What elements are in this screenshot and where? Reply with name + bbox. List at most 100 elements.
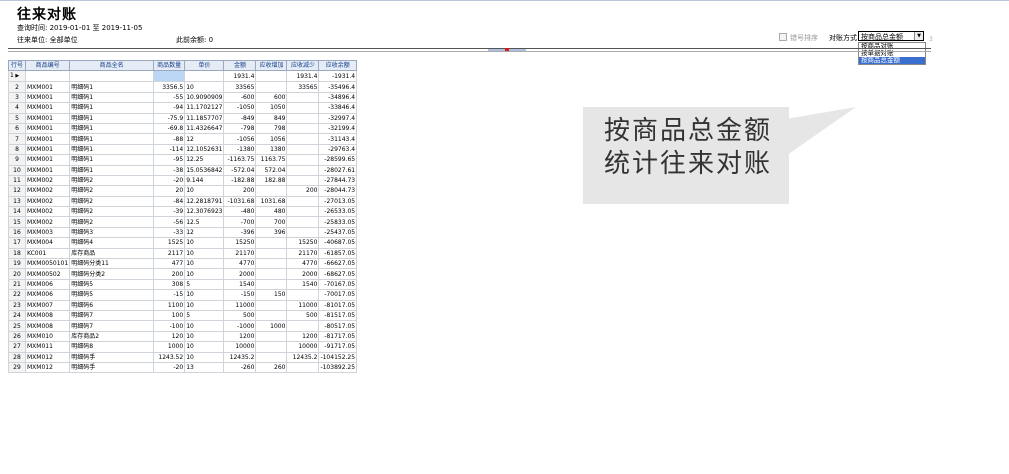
cell-product-name[interactable]: 明细码5 [69,289,155,301]
cell-product-code[interactable]: MXM012 [24,351,71,363]
cell-receivable-increase[interactable] [255,268,288,280]
cell-receivable-balance[interactable]: -40687.05 [318,237,358,249]
cell-product-name[interactable]: 明细码3 [69,226,155,239]
cell-receivable-increase[interactable] [255,278,288,291]
cell-unit-price[interactable]: 12.5 [184,216,225,228]
cell-amount[interactable]: -260 [223,361,257,374]
cell-receivable-balance[interactable]: -27844.73 [318,174,358,187]
cell-row-no[interactable]: 5 [8,112,26,124]
cell-receivable-balance[interactable]: -31143.4 [318,133,358,145]
table-row[interactable]: 18 KC001 库存商品 2117 10 21170 21170 -61857.05 [8,247,358,260]
cell-receivable-decrease[interactable] [286,289,320,301]
table-row[interactable]: 12 MXM002 明细码2 20 10 200 200 -28044.73 [8,185,358,197]
cell-receivable-balance[interactable]: -103892.25 [318,361,358,374]
cell-unit-price[interactable]: 12.25 [184,154,225,166]
cell-quantity[interactable]: -39 [153,206,186,218]
table-row[interactable]: 23 MXM007 明细码6 1100 10 11000 11000 -81017.05 [8,299,358,312]
cell-product-name[interactable]: 明细码2 [69,206,155,218]
cell-product-name[interactable]: 明细码2 [69,174,155,187]
splitter-grip[interactable] [488,48,526,51]
cell-product-name[interactable] [69,70,155,83]
cell-quantity[interactable]: -38 [153,164,186,176]
cell-receivable-decrease[interactable] [286,112,320,124]
cell-unit-price[interactable]: 10 [184,268,225,280]
cell-quantity[interactable]: -88 [153,133,186,145]
cell-product-code[interactable]: MXM001 [24,133,71,145]
table-row[interactable]: 17 MXM004 明细码4 1525 10 15250 15250 -40687.05 [8,237,358,249]
cell-receivable-decrease[interactable]: 1540 [286,278,320,291]
cell-amount[interactable]: -1163.75 [223,154,257,166]
table-row[interactable]: 21 MXM006 明细码5 308 5 1540 1540 -70167.05 [8,278,358,291]
cell-unit-price[interactable]: 11.1857707 [184,112,225,124]
cell-unit-price[interactable]: 10 [184,341,225,353]
cell-receivable-balance[interactable]: -29763.4 [318,143,358,156]
cell-unit-price[interactable]: 15.0536842 [184,164,225,176]
cell-row-no[interactable]: 6 [8,122,26,135]
cell-product-name[interactable]: 明细码1 [69,143,155,156]
cell-row-no[interactable]: 17 [8,237,26,249]
cell-unit-price[interactable]: 5 [184,278,225,291]
cell-receivable-increase[interactable] [255,258,288,270]
cell-quantity[interactable]: -20 [153,361,186,374]
cell-quantity[interactable]: 100 [153,309,186,322]
cell-unit-price[interactable]: 10 [184,330,225,343]
cell-amount[interactable]: 1540 [223,278,257,291]
cell-unit-price[interactable]: 10 [184,299,225,312]
cell-product-name[interactable]: 明细码2 [69,216,155,228]
cell-unit-price[interactable] [184,70,225,83]
cell-product-code[interactable]: MXM002 [24,174,71,187]
cell-receivable-increase[interactable]: 1056 [255,133,288,145]
table-row[interactable]: 6 MXM001 明细码1 -69.8 11.4326647 -798 798 -32199.… [8,122,358,135]
cell-receivable-increase[interactable]: 150 [255,289,288,301]
cell-row-no[interactable]: 9 [8,154,26,166]
cell-receivable-increase[interactable] [255,341,288,353]
cell-receivable-balance[interactable]: -28027.61 [318,164,358,176]
cell-product-name[interactable]: 明细码分类2 [69,268,155,280]
cell-receivable-increase[interactable]: 1000 [255,320,288,332]
cell-product-code[interactable]: MXM001 [24,81,71,93]
cell-product-code[interactable]: KC001 [24,247,71,260]
cell-product-name[interactable]: 明细码分类11 [69,258,155,270]
cell-receivable-increase[interactable]: 1050 [255,102,288,114]
cell-receivable-balance[interactable]: -28599.65 [318,154,358,166]
cell-amount[interactable]: -600 [223,91,257,104]
cell-product-code[interactable]: MXM002 [24,216,71,228]
cell-unit-price[interactable]: 11.4326647 [184,122,225,135]
cell-product-name[interactable]: 明细码1 [69,154,155,166]
error-sort-checkbox[interactable]: 错号排序 [779,33,818,43]
column-header-receivable-decrease[interactable]: 应收减少 [286,59,320,72]
cell-row-no[interactable]: 13 [8,195,26,208]
cell-receivable-balance[interactable]: -26533.05 [318,206,358,218]
cell-quantity[interactable]: -55 [153,91,186,104]
cell-receivable-decrease[interactable] [286,361,320,374]
cell-product-name[interactable]: 明细码4 [69,237,155,249]
cell-row-no[interactable]: 8 [8,143,26,156]
cell-row-no[interactable]: 21 [8,278,26,291]
cell-product-name[interactable]: 库存商品 [69,247,155,260]
cell-receivable-decrease[interactable] [286,195,320,208]
cell-receivable-decrease[interactable]: 4770 [286,258,320,270]
cell-product-code[interactable]: MXM001 [24,164,71,176]
cell-amount[interactable]: 21170 [223,247,257,260]
cell-row-no[interactable]: 26 [8,330,26,343]
cell-row-no[interactable]: 23 [8,299,26,312]
cell-quantity[interactable]: -56 [153,216,186,228]
cell-quantity[interactable]: 1243.52 [153,351,186,363]
cell-amount[interactable]: -480 [223,206,257,218]
cell-unit-price[interactable]: 10.9090909 [184,91,225,104]
cell-product-code[interactable]: MXM011 [24,341,71,353]
cell-unit-price[interactable]: 10 [184,351,225,363]
cell-product-name[interactable]: 明细码7 [69,320,155,332]
cell-unit-price[interactable]: 9.144 [184,174,225,187]
table-row[interactable]: 14 MXM002 明细码2 -39 12.3076923 -480 480 -26533.0… [8,206,358,218]
cell-receivable-balance[interactable]: -32199.4 [318,122,358,135]
cell-row-no[interactable]: 28 [8,351,26,363]
table-row[interactable]: 1 ▶ 1931.4 1931.4 -1931.4 [8,70,358,83]
cell-quantity[interactable]: 120 [153,330,186,343]
cell-unit-price[interactable]: 12.1052631 [184,143,225,156]
cell-product-name[interactable]: 明细码手 [69,361,155,374]
cell-receivable-balance[interactable]: -80517.05 [318,320,358,332]
cell-receivable-balance[interactable]: -68627.05 [318,268,358,280]
table-row[interactable]: 3 MXM001 明细码1 -55 10.9090909 -600 600 -34896.4 [8,91,358,104]
cell-quantity[interactable]: 200 [153,268,186,280]
